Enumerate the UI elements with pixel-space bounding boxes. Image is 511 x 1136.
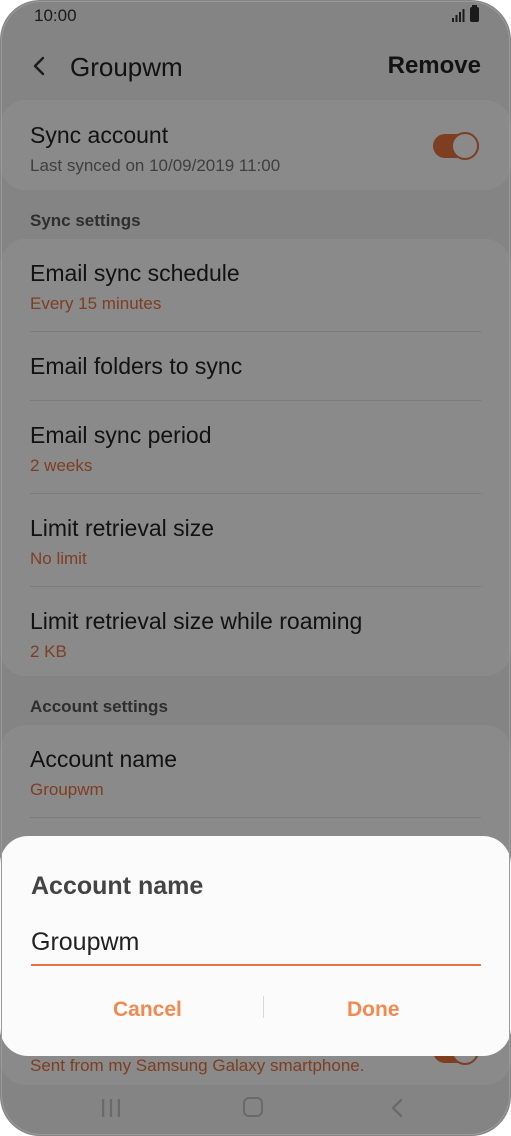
- phone-screen: 10:00 Groupwm Remove Sync account Last s…: [0, 0, 511, 1136]
- cancel-button[interactable]: Cancel: [113, 998, 182, 1022]
- nav-back-icon[interactable]: [388, 1097, 408, 1119]
- button-separator: [263, 996, 264, 1018]
- account-name-input[interactable]: Groupwm: [31, 928, 481, 966]
- account-name-input-value: Groupwm: [31, 928, 140, 956]
- done-button[interactable]: Done: [347, 998, 400, 1022]
- dialog-title: Account name: [31, 872, 204, 900]
- recent-apps-icon[interactable]: [100, 1098, 122, 1118]
- account-name-dialog: Account name Groupwm Cancel Done: [0, 836, 511, 1056]
- navigation-bar: [0, 1080, 511, 1136]
- home-icon[interactable]: [243, 1097, 263, 1117]
